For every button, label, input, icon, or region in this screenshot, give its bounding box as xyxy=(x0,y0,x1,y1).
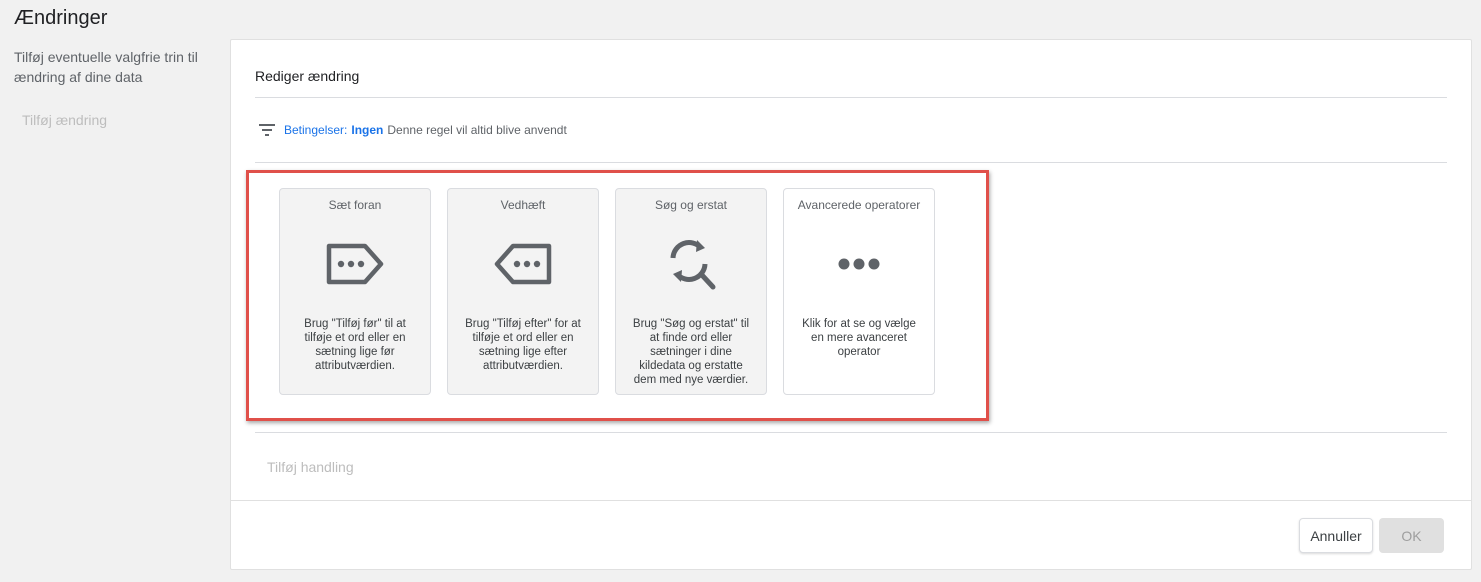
cancel-button[interactable]: Annuller xyxy=(1299,518,1373,553)
conditions-row[interactable]: Betingelser: Ingen Denne regel vil altid… xyxy=(257,122,567,138)
panel-title: Rediger ændring xyxy=(255,68,360,84)
page-description: Tilføj eventuelle valgfrie trin til ændr… xyxy=(14,49,198,85)
edit-change-panel: Rediger ændring Betingelser: Ingen Denne… xyxy=(230,39,1472,570)
conditions-value[interactable]: Ingen xyxy=(351,123,383,137)
card-description: Brug "Tilføj før" til at tilføje et ord … xyxy=(304,318,406,372)
divider xyxy=(255,162,1447,163)
card-description: Brug "Tilføj efter" for at tilføje et or… xyxy=(465,318,581,372)
find-replace-icon xyxy=(659,232,723,296)
conditions-label[interactable]: Betingelser: xyxy=(284,123,347,137)
card-prepend[interactable]: Sæt foran Brug "Tilføj før" til at tilfø… xyxy=(279,188,431,395)
add-action-link[interactable]: Tilføj handling xyxy=(267,459,354,475)
card-title: Vedhæft xyxy=(500,198,546,212)
card-description: Brug "Søg og erstat" til at finde ord el… xyxy=(632,318,750,386)
page-title: Ændringer xyxy=(14,7,108,29)
card-title: Avancerede operatorer xyxy=(797,198,921,212)
card-append[interactable]: Vedhæft Brug "Tilføj efter" for at tilfø… xyxy=(447,188,599,395)
footer-divider xyxy=(231,500,1471,501)
conditions-description: Denne regel vil altid blive anvendt xyxy=(387,123,567,137)
divider xyxy=(255,97,1447,98)
card-title: Sæt foran xyxy=(328,198,382,212)
filter-icon xyxy=(257,122,277,138)
ok-button[interactable]: OK xyxy=(1379,518,1444,553)
card-description: Klik for at se og vælge en mere avancere… xyxy=(802,318,916,358)
card-advanced-operators[interactable]: Avancerede operatorer Klik for at se og … xyxy=(783,188,935,395)
divider xyxy=(255,432,1447,433)
card-title: Søg og erstat xyxy=(654,198,728,212)
add-change-link[interactable]: Tilføj ændring xyxy=(22,112,107,128)
card-find-replace[interactable]: Søg og erstat Brug "Søg og erstat" til a… xyxy=(615,188,767,395)
append-tag-icon xyxy=(491,232,555,296)
more-dots-icon xyxy=(827,232,891,296)
prepend-tag-icon xyxy=(323,232,387,296)
